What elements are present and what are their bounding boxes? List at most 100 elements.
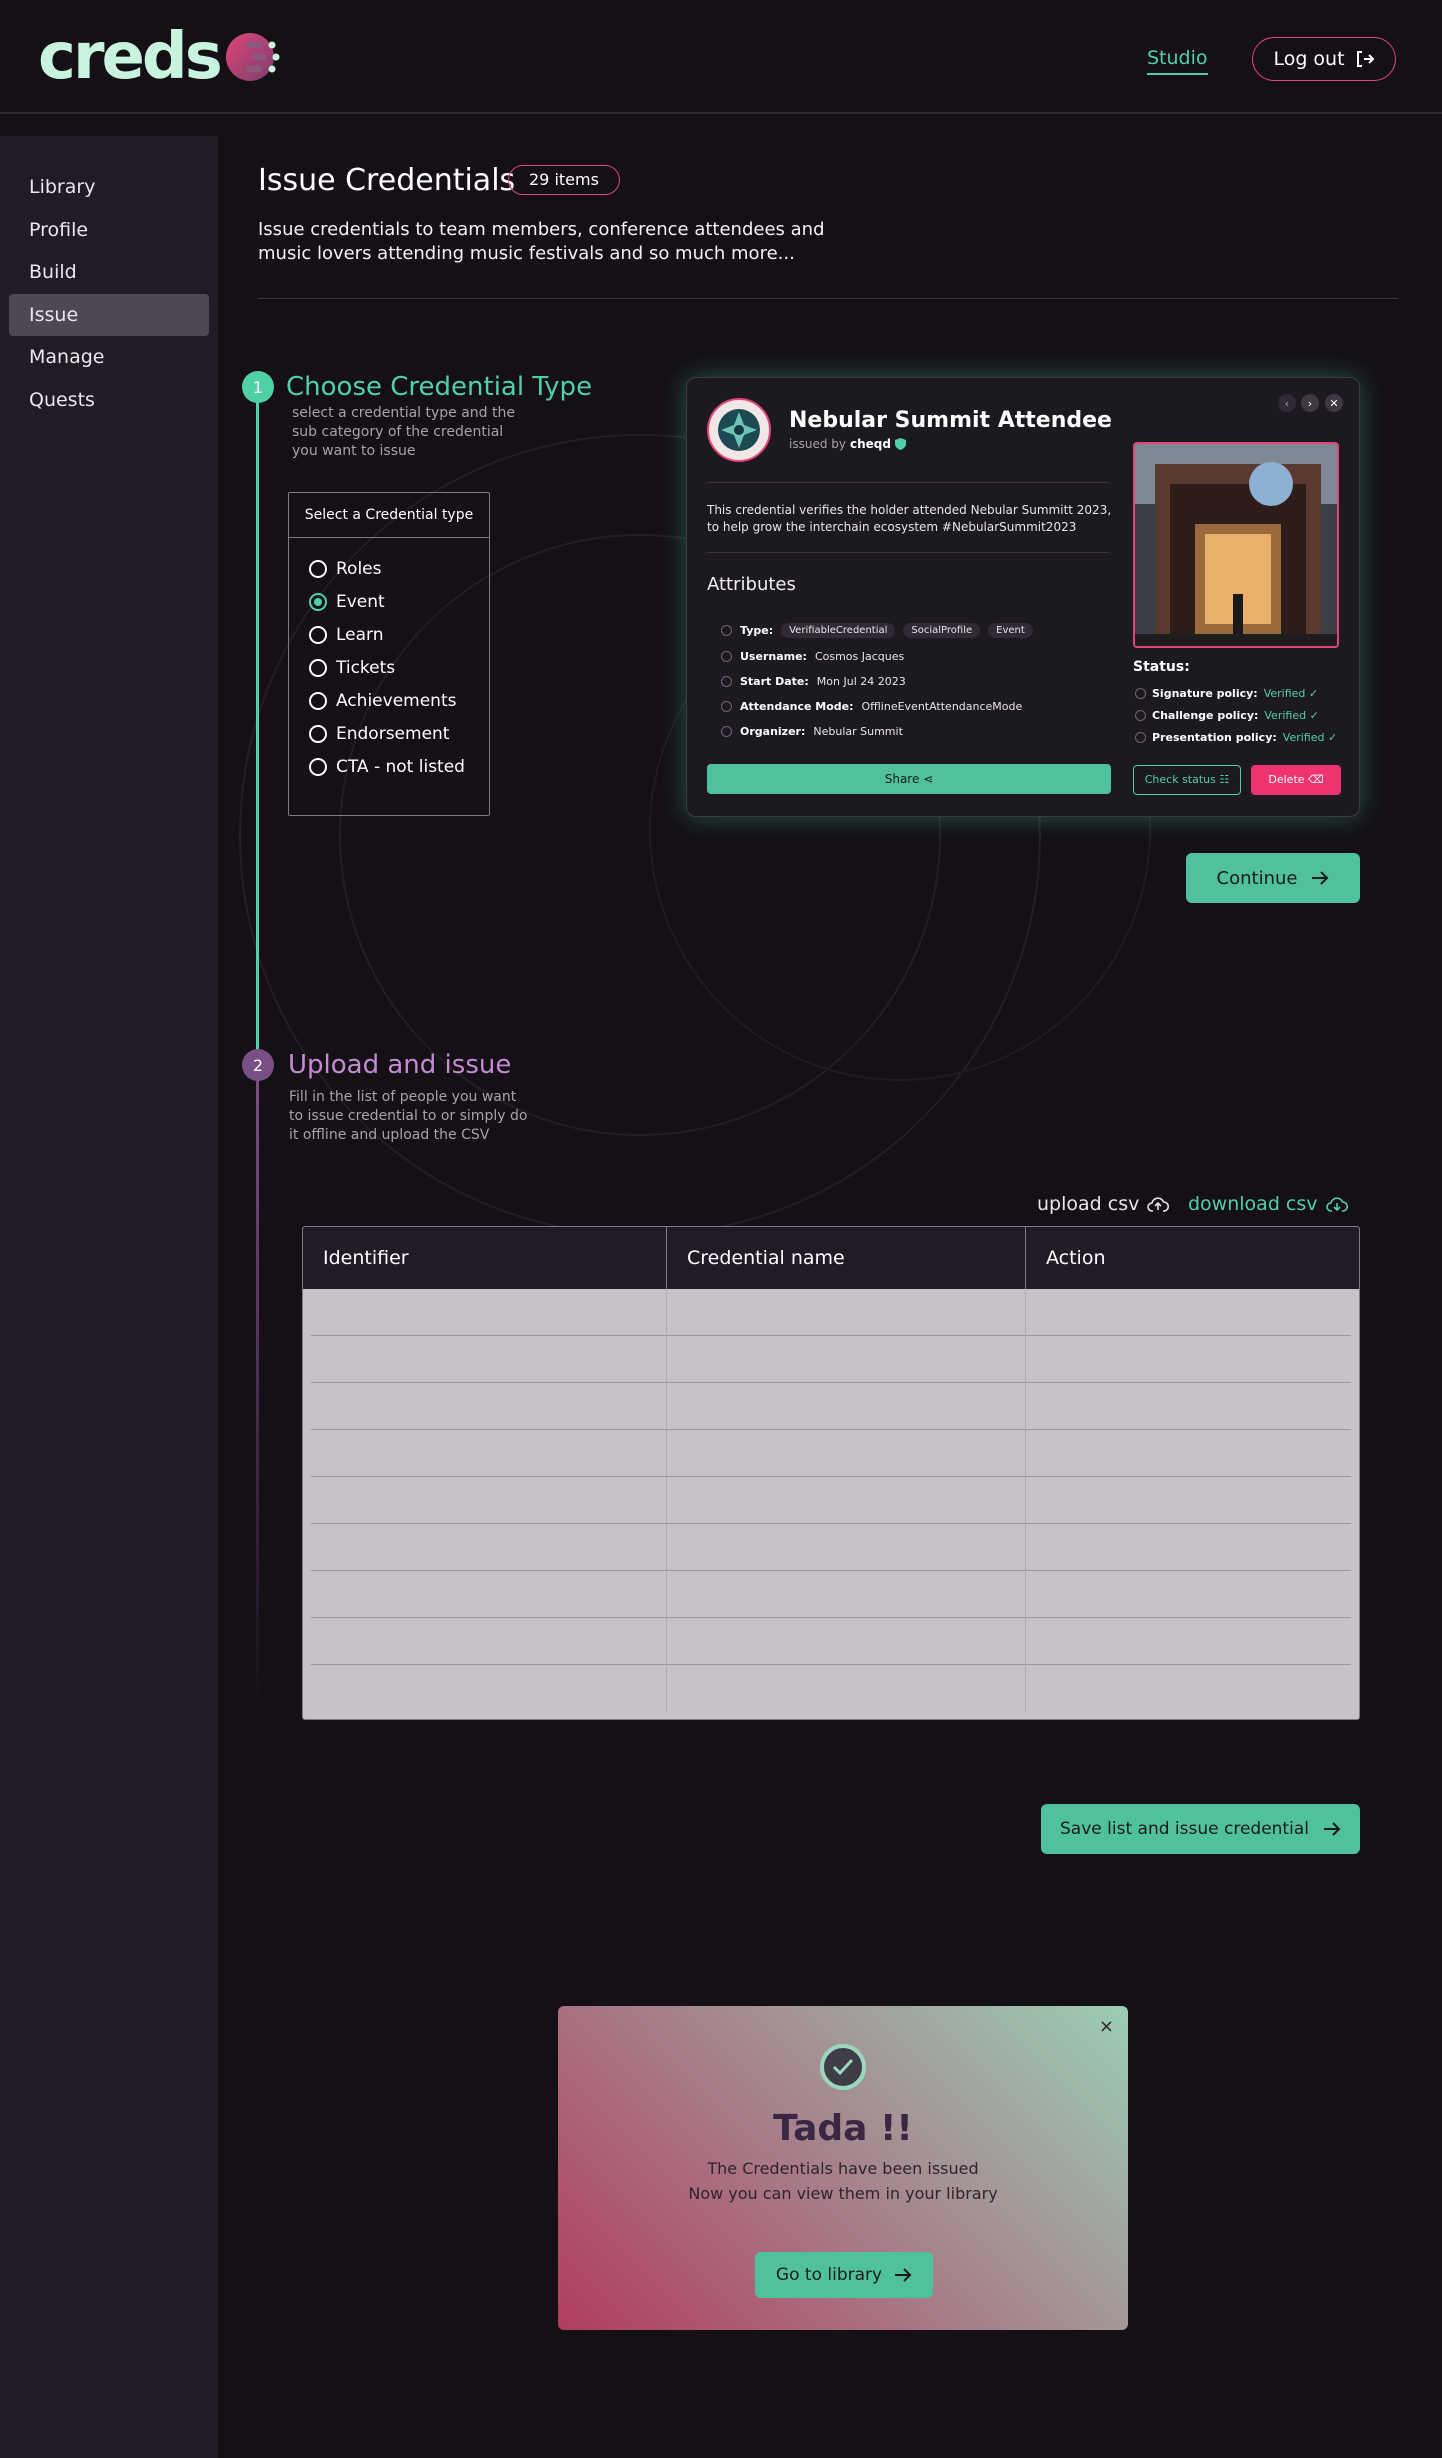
sidebar-item-issue[interactable]: Issue bbox=[9, 294, 209, 336]
table-cell-action[interactable] bbox=[1026, 1289, 1351, 1336]
table-cell-action[interactable] bbox=[1026, 1571, 1351, 1618]
continue-button[interactable]: Continue bbox=[1186, 853, 1360, 903]
step-2-progress-line bbox=[256, 1080, 259, 1710]
table-cell-action[interactable] bbox=[1026, 1336, 1351, 1383]
logout-button[interactable]: Log out bbox=[1252, 37, 1396, 81]
save-and-issue-button[interactable]: Save list and issue credential bbox=[1041, 1804, 1360, 1854]
table-cell-credential-name[interactable] bbox=[667, 1430, 1026, 1477]
option-label: Learn bbox=[336, 625, 384, 645]
save-and-issue-label: Save list and issue credential bbox=[1060, 1819, 1309, 1839]
page-description: Issue credentials to team members, confe… bbox=[258, 219, 825, 264]
table-cell-action[interactable] bbox=[1026, 1430, 1351, 1477]
table-cell-credential-name[interactable] bbox=[667, 1665, 1026, 1712]
download-csv-link[interactable]: download csv bbox=[1188, 1193, 1348, 1215]
table-cell-identifier[interactable] bbox=[311, 1336, 667, 1383]
sidebar-item-build[interactable]: Build bbox=[9, 251, 209, 293]
table-cell-action[interactable] bbox=[1026, 1524, 1351, 1571]
table-cell-identifier[interactable] bbox=[311, 1289, 667, 1336]
option-label: Endorsement bbox=[336, 724, 450, 744]
radio-button[interactable] bbox=[309, 560, 327, 578]
attributes-title: Attributes bbox=[707, 574, 796, 595]
sidebar: Library Profile Build Issue Manage Quest… bbox=[0, 136, 218, 2458]
table-cell-credential-name[interactable] bbox=[667, 1383, 1026, 1430]
radio-button[interactable] bbox=[309, 725, 327, 743]
table-cell-identifier[interactable] bbox=[311, 1383, 667, 1430]
credential-type-option-cta[interactable]: CTA - not listed bbox=[309, 755, 465, 779]
table-cell-identifier[interactable] bbox=[311, 1571, 667, 1618]
attribute-value: Mon Jul 24 2023 bbox=[816, 674, 906, 688]
chevron-left-icon[interactable]: ‹ bbox=[1278, 394, 1296, 412]
check-status-button[interactable]: Check status ☷ bbox=[1133, 765, 1241, 795]
table-row[interactable] bbox=[311, 1524, 1351, 1571]
table-cell-action[interactable] bbox=[1026, 1383, 1351, 1430]
credential-type-option-roles[interactable]: Roles bbox=[309, 557, 382, 581]
credential-type-selector: Select a Credential type Roles Event Lea… bbox=[288, 492, 490, 816]
credential-type-option-learn[interactable]: Learn bbox=[309, 623, 384, 647]
credential-type-option-achievements[interactable]: Achievements bbox=[309, 689, 456, 713]
table-cell-identifier[interactable] bbox=[311, 1477, 667, 1524]
radio-button[interactable] bbox=[309, 659, 327, 677]
go-to-library-button[interactable]: Go to library bbox=[755, 2252, 933, 2298]
table-row[interactable] bbox=[311, 1571, 1351, 1618]
radio-button[interactable] bbox=[309, 692, 327, 710]
credential-type-option-tickets[interactable]: Tickets bbox=[309, 656, 395, 680]
attribute-label: Attendance Mode: bbox=[740, 699, 854, 713]
table-row[interactable] bbox=[311, 1289, 1351, 1336]
attribute-label: Organizer: bbox=[740, 724, 806, 738]
credential-type-selector-title: Select a Credential type bbox=[289, 493, 489, 538]
table-cell-action[interactable] bbox=[1026, 1477, 1351, 1524]
table-cell-identifier[interactable] bbox=[311, 1430, 667, 1477]
sidebar-item-profile[interactable]: Profile bbox=[9, 209, 209, 251]
sidebar-item-manage[interactable]: Manage bbox=[9, 336, 209, 378]
cloud-upload-icon bbox=[1147, 1197, 1170, 1212]
radio-button[interactable] bbox=[309, 758, 327, 776]
delete-button[interactable]: Delete ⌫ bbox=[1251, 765, 1341, 795]
table-cell-action[interactable] bbox=[1026, 1665, 1351, 1712]
table-row[interactable] bbox=[311, 1336, 1351, 1383]
close-icon[interactable]: ✕ bbox=[1325, 394, 1343, 412]
modal-message: The Credentials have been issued Now you… bbox=[558, 2156, 1128, 2206]
table-cell-credential-name[interactable] bbox=[667, 1618, 1026, 1665]
type-chip: VerifiableCredential bbox=[781, 622, 896, 638]
table-cell-identifier[interactable] bbox=[311, 1524, 667, 1571]
close-icon[interactable]: × bbox=[1099, 2016, 1114, 2037]
credential-type-option-endorsement[interactable]: Endorsement bbox=[309, 722, 449, 746]
table-cell-identifier[interactable] bbox=[311, 1665, 667, 1712]
chevron-right-icon[interactable]: › bbox=[1301, 394, 1319, 412]
table-cell-action[interactable] bbox=[1026, 1618, 1351, 1665]
radio-button[interactable] bbox=[309, 626, 327, 644]
table-row[interactable] bbox=[311, 1665, 1351, 1712]
step-2-number: 2 bbox=[242, 1049, 274, 1081]
status-value: Verified ✓ bbox=[1264, 708, 1319, 722]
upload-csv-link[interactable]: upload csv bbox=[1037, 1193, 1170, 1215]
status-presentation-policy: Presentation policy: Verified ✓ bbox=[1135, 728, 1337, 746]
credential-type-option-event[interactable]: Event bbox=[309, 590, 385, 614]
column-header-action: Action bbox=[1046, 1247, 1106, 1269]
creds-logo[interactable]: creds bbox=[38, 22, 282, 92]
table-cell-identifier[interactable] bbox=[311, 1618, 667, 1665]
sidebar-item-quests[interactable]: Quests bbox=[9, 379, 209, 421]
column-header-credential-name: Credential name bbox=[667, 1227, 1026, 1289]
sidebar-item-library[interactable]: Library bbox=[9, 166, 209, 208]
attribute-type: Type: VerifiableCredential SocialProfile… bbox=[721, 620, 1033, 640]
table-cell-credential-name[interactable] bbox=[667, 1571, 1026, 1618]
credential-issuer: issued by cheqd bbox=[789, 437, 906, 451]
table-row[interactable] bbox=[311, 1477, 1351, 1524]
nav-studio-link[interactable]: Studio bbox=[1147, 47, 1208, 75]
info-icon bbox=[721, 624, 732, 636]
info-icon bbox=[1135, 687, 1146, 699]
upload-csv-label: upload csv bbox=[1037, 1193, 1140, 1215]
checklist-icon: ☷ bbox=[1219, 773, 1230, 786]
table-cell-credential-name[interactable] bbox=[667, 1524, 1026, 1571]
items-count-badge: 29 items bbox=[508, 165, 620, 195]
status-label: Challenge policy: bbox=[1152, 708, 1259, 722]
table-cell-credential-name[interactable] bbox=[667, 1477, 1026, 1524]
success-modal: × Tada !! The Credentials have been issu… bbox=[558, 2006, 1128, 2330]
table-row[interactable] bbox=[311, 1383, 1351, 1430]
table-row[interactable] bbox=[311, 1430, 1351, 1477]
table-cell-credential-name[interactable] bbox=[667, 1289, 1026, 1336]
table-cell-credential-name[interactable] bbox=[667, 1336, 1026, 1383]
table-row[interactable] bbox=[311, 1618, 1351, 1665]
radio-button-selected[interactable] bbox=[309, 593, 327, 611]
share-button[interactable]: Share ⋖ bbox=[707, 764, 1111, 794]
